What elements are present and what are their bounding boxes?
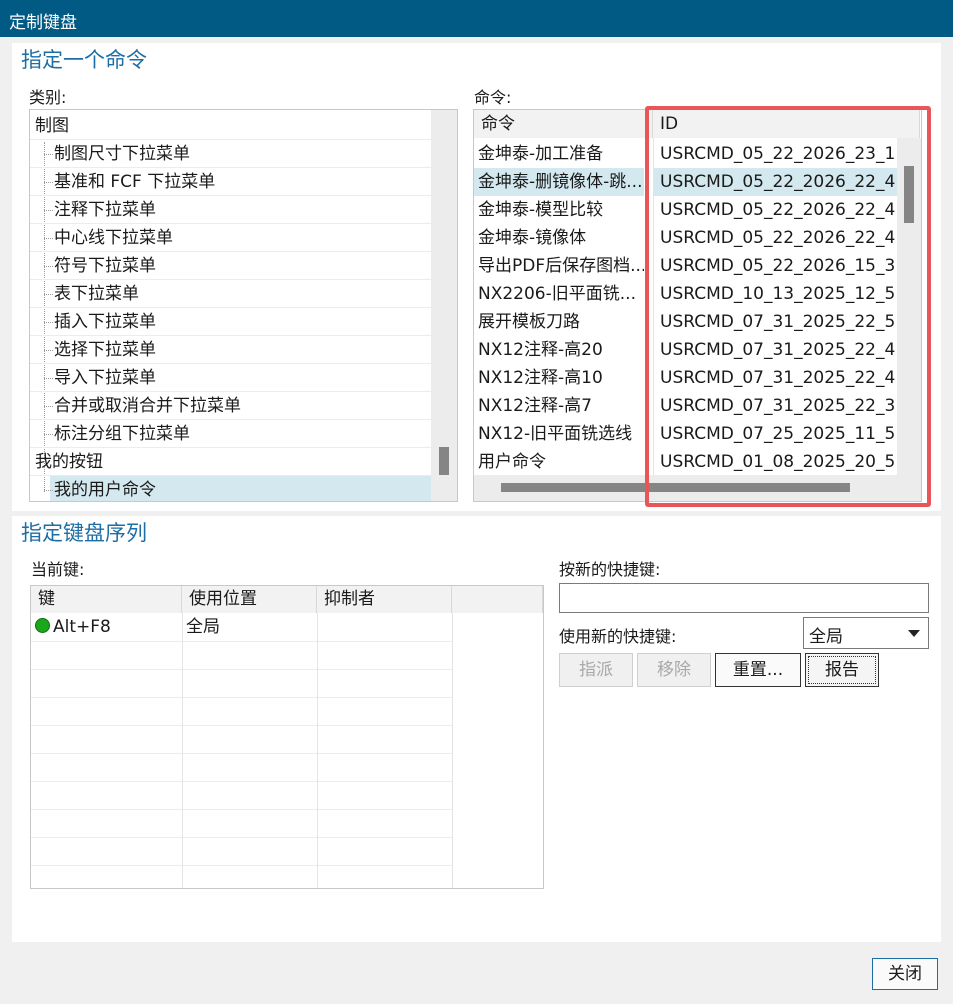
tree-item-label: 注释下拉菜单	[54, 200, 156, 220]
command-row-name[interactable]: 金坤泰-加工准备	[474, 140, 644, 168]
tree-item[interactable]: 制图尺寸下拉菜单	[30, 140, 431, 168]
tree-item-label: 制图尺寸下拉菜单	[54, 144, 190, 164]
close-button[interactable]: 关闭	[872, 958, 938, 990]
tree-item[interactable]: 中心线下拉菜单	[30, 224, 431, 252]
command-label: 命令:	[474, 88, 512, 107]
command-row-name[interactable]: NX12注释-高10	[474, 364, 644, 392]
new-shortcut-input[interactable]	[559, 583, 929, 613]
tree-item[interactable]: 插入下拉菜单	[30, 308, 431, 336]
command-row-name[interactable]: NX12注释-高7	[474, 392, 644, 420]
window-title: 定制键盘	[9, 13, 77, 33]
tree-item[interactable]: 合并或取消合并下拉菜单	[30, 392, 431, 420]
suppressed-column-header[interactable]: 抑制者	[317, 586, 452, 613]
scope-select-value: 全局	[809, 627, 843, 647]
remove-button[interactable]: 移除	[637, 653, 711, 687]
tree-item-label: 我的按钮	[35, 452, 103, 472]
tree-item[interactable]: 选择下拉菜单	[30, 336, 431, 364]
location-column-header[interactable]: 使用位置	[182, 586, 317, 613]
tree-item[interactable]: 符号下拉菜单	[30, 252, 431, 280]
tree-item[interactable]: 标注分组下拉菜单	[30, 420, 431, 448]
command-row-name[interactable]: 展开模板刀路	[474, 308, 644, 336]
command-row-name[interactable]: 导出PDF后保存图档...	[474, 252, 644, 280]
key-column-header[interactable]: 键	[31, 586, 182, 613]
tree-item-label: 选择下拉菜单	[54, 340, 156, 360]
category-tree[interactable]: 制图制图尺寸下拉菜单基准和 FCF 下拉菜单 注释下拉菜单 中心线下拉菜单 符号下拉菜…	[29, 109, 458, 502]
table-row[interactable]: Alt+F8	[31, 613, 182, 641]
reset-button[interactable]: 重置...	[715, 653, 801, 687]
scope-select[interactable]: 全局	[803, 617, 929, 649]
current-keys-table[interactable]: 键 使用位置 抑制者 Alt+F8 全局	[30, 585, 544, 889]
command-row-name[interactable]: NX2206-旧平面铣...	[474, 280, 644, 308]
tree-item[interactable]: 我的按钮	[30, 448, 431, 476]
tree-item[interactable]: 制图	[30, 112, 431, 140]
command-column-header[interactable]: 命令	[474, 110, 653, 138]
tree-item-label: 中心线下拉菜单	[54, 228, 173, 248]
key-sequence-title: 指定键盘序列	[21, 521, 147, 545]
tree-item-label: 我的用户命令	[54, 480, 156, 500]
command-row-name[interactable]: 用户命令	[474, 448, 644, 476]
category-scroll-thumb[interactable]	[439, 447, 449, 475]
command-row-name[interactable]: NX12注释-高20	[474, 336, 644, 364]
new-shortcut-label: 按新的快捷键:	[559, 560, 661, 579]
tree-item-label: 标注分组下拉菜单	[54, 424, 190, 444]
assign-button[interactable]: 指派	[559, 653, 633, 687]
tree-item-label: 符号下拉菜单	[54, 256, 156, 276]
tree-item-label: 插入下拉菜单	[54, 312, 156, 332]
current-keys-label: 当前键:	[31, 560, 85, 579]
use-new-shortcut-label: 使用新的快捷键:	[559, 627, 677, 646]
command-row-name[interactable]: 金坤泰-镜像体	[474, 224, 644, 252]
command-row-name[interactable]: 金坤泰-删镜像体-跳...	[474, 168, 644, 196]
tree-item-label: 表下拉菜单	[54, 284, 139, 304]
command-row-name[interactable]: 金坤泰-模型比较	[474, 196, 644, 224]
command-row-name[interactable]: NX12-旧平面铣选线	[474, 420, 644, 448]
id-column-highlight	[645, 106, 931, 507]
location-value: 全局	[186, 617, 220, 637]
tree-item[interactable]: 表下拉菜单	[30, 280, 431, 308]
tree-item-label: 基准和 FCF 下拉菜单	[54, 172, 216, 192]
window-titlebar: 定制键盘	[0, 0, 953, 37]
key-value: Alt+F8	[53, 617, 111, 637]
tree-item[interactable]: 导入下拉菜单	[30, 364, 431, 392]
tree-item[interactable]: 基准和 FCF 下拉菜单	[30, 168, 431, 196]
tree-item-label: 合并或取消合并下拉菜单	[54, 396, 241, 416]
tree-item[interactable]: 注释下拉菜单	[30, 196, 431, 224]
category-scrollbar[interactable]	[431, 110, 457, 501]
tree-item[interactable]: 我的用户命令	[50, 476, 431, 501]
chevron-down-icon	[908, 630, 920, 637]
tree-item-label: 制图	[35, 116, 69, 136]
assign-command-title: 指定一个命令	[21, 48, 147, 72]
category-label: 类别:	[29, 88, 67, 107]
report-button[interactable]: 报告	[805, 653, 879, 687]
tree-item-label: 导入下拉菜单	[54, 368, 156, 388]
status-dot	[35, 618, 50, 633]
